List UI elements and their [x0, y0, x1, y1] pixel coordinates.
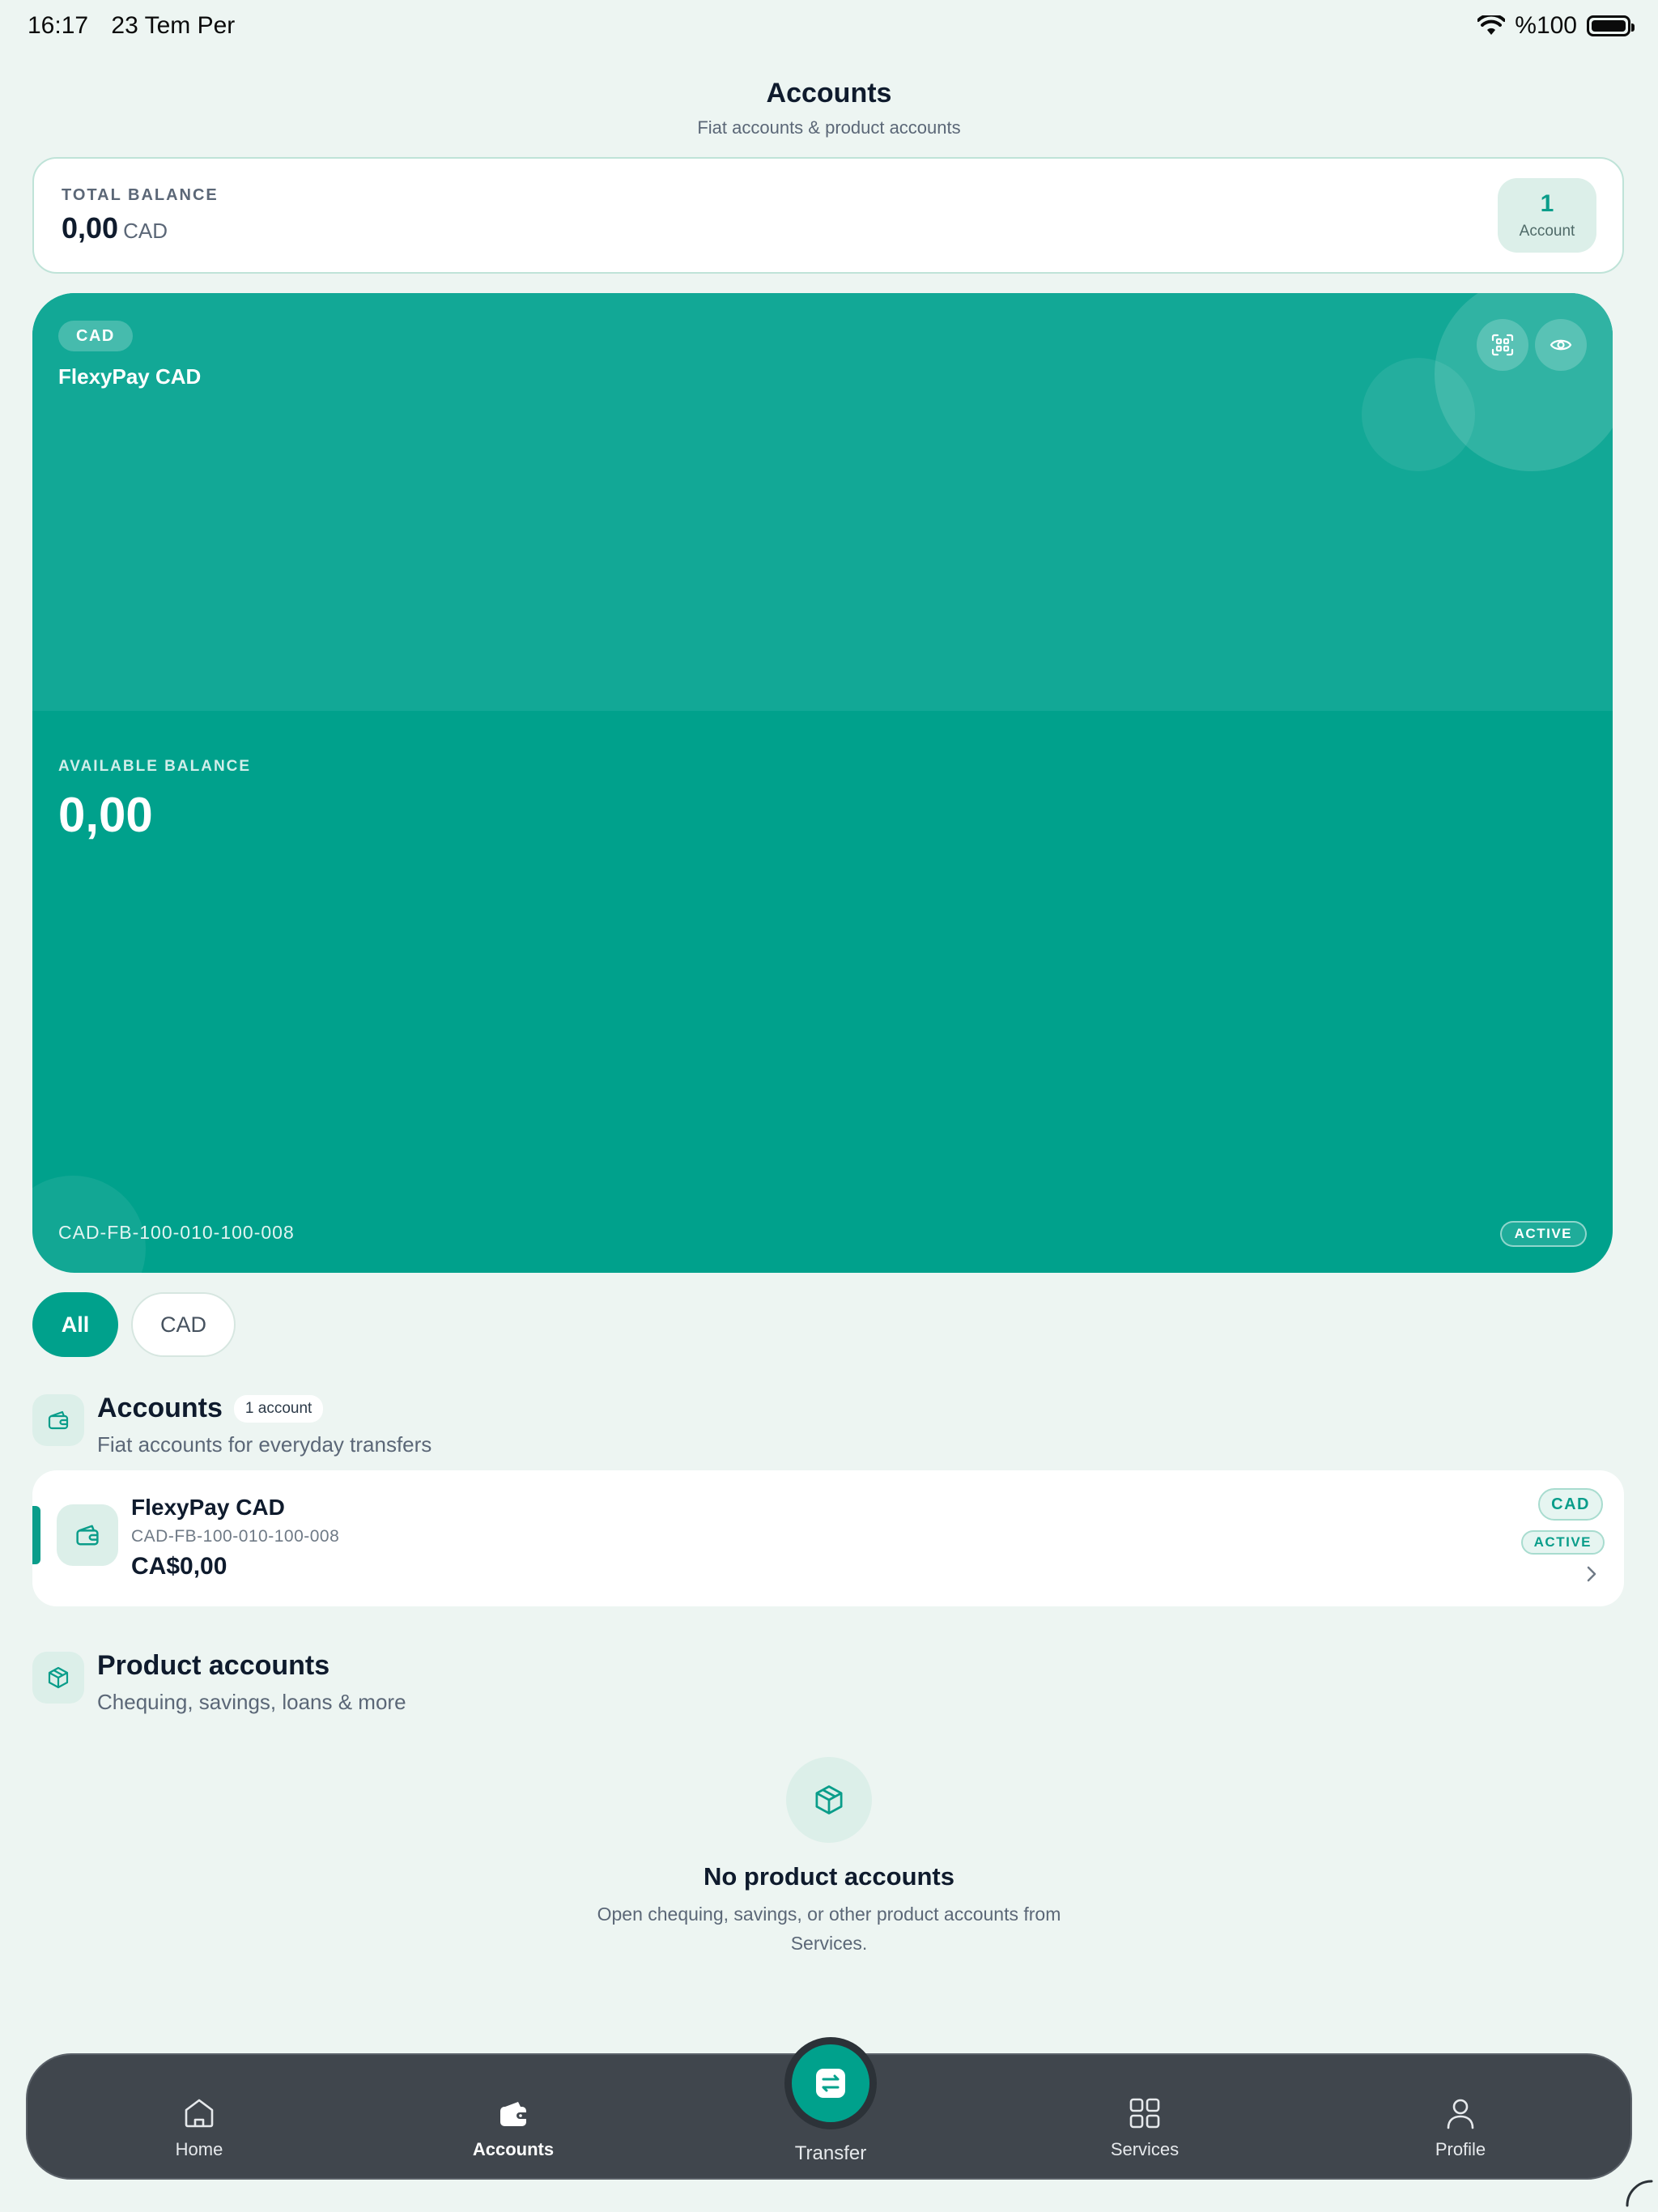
qr-scan-icon: [1491, 334, 1514, 356]
account-accent-bar: [32, 1506, 40, 1564]
product-section-title: Product accounts: [97, 1650, 330, 1681]
page-header: Accounts Fiat accounts & product account…: [0, 78, 1658, 138]
qr-scan-button[interactable]: [1477, 319, 1528, 371]
product-section-header: Product accounts Chequing, savings, loan…: [32, 1650, 406, 1715]
accounts-section-header: Accounts 1 account Fiat accounts for eve…: [32, 1393, 432, 1457]
tab-services[interactable]: Services: [1064, 2095, 1226, 2160]
tab-profile[interactable]: Profile: [1380, 2095, 1541, 2160]
accounts-section-title-row: Accounts 1 account: [97, 1393, 432, 1424]
accounts-section-icon-box: [32, 1394, 84, 1446]
accounts-section-title: Accounts: [97, 1393, 223, 1423]
wifi-icon: [1477, 15, 1506, 35]
filter-chip-cad[interactable]: CAD: [131, 1292, 236, 1357]
accounts-count-badge: 1 account: [233, 1394, 324, 1423]
account-currency-badge: CAD: [1538, 1488, 1603, 1521]
hero-account-number: CAD-FB-100-010-100-008: [58, 1222, 295, 1243]
accounts-section-subtitle: Fiat accounts for everyday transfers: [97, 1432, 432, 1457]
corner-resize-handle[interactable]: [1622, 2176, 1655, 2209]
account-count-label: Account: [1519, 223, 1575, 240]
transfer-icon: [816, 2069, 845, 2098]
wallet-icon: [76, 1525, 99, 1546]
total-balance-label: TOTAL BALANCE: [62, 185, 219, 204]
tab-services-label: Services: [1110, 2139, 1180, 2159]
product-section-subtitle: Chequing, savings, loans & more: [97, 1690, 406, 1714]
account-hero-card[interactable]: CAD FlexyPay CAD AVAILABLE BALANCE 0,00 …: [32, 293, 1613, 1273]
product-section-icon-box: [32, 1652, 84, 1704]
status-time: 16:17: [28, 12, 89, 39]
total-balance-card: TOTAL BALANCE 0,00 CAD 1 Account: [32, 157, 1624, 274]
wallet-icon: [48, 1410, 69, 1430]
grid-icon: [1129, 2098, 1160, 2129]
package-icon: [815, 1785, 843, 1814]
available-balance-amount: 0,00: [58, 788, 153, 842]
account-icon-box: [57, 1504, 118, 1566]
toggle-visibility-button[interactable]: [1535, 319, 1587, 371]
transfer-button[interactable]: [792, 2044, 869, 2122]
account-number: CAD-FB-100-010-100-008: [131, 1527, 340, 1546]
available-balance-label: AVAILABLE BALANCE: [58, 758, 252, 775]
status-left: 16:17 23 Tem Per: [28, 12, 251, 40]
empty-state-title: No product accounts: [703, 1862, 954, 1891]
tab-home[interactable]: Home: [118, 2095, 280, 2160]
account-status-badge: ACTIVE: [1520, 1530, 1605, 1555]
status-right: %100: [1477, 12, 1635, 40]
user-icon: [1447, 2099, 1474, 2129]
empty-state-description: Open chequing, savings, or other product…: [597, 1904, 1061, 1954]
tab-profile-label: Profile: [1435, 2139, 1486, 2159]
filter-chip-all[interactable]: All: [32, 1292, 118, 1357]
transfer-fab-ring: [784, 2037, 877, 2129]
page-subtitle: Fiat accounts & product accounts: [697, 117, 961, 138]
tab-accounts-label: Accounts: [472, 2139, 555, 2159]
battery-percent: %100: [1515, 12, 1577, 39]
account-name: FlexyPay CAD: [131, 1495, 285, 1520]
account-list-item[interactable]: FlexyPay CAD CAD-FB-100-010-100-008 CA$0…: [32, 1470, 1624, 1606]
currency-filter-chips: All CAD: [32, 1292, 236, 1357]
total-balance-amount: 0,00 CAD: [62, 211, 219, 245]
hero-currency-badge: CAD: [58, 321, 133, 351]
product-section-title-row: Product accounts: [97, 1650, 406, 1682]
wallet-icon: [500, 2102, 526, 2126]
page-title: Accounts: [766, 78, 892, 108]
tab-home-label: Home: [175, 2139, 223, 2159]
empty-state-icon-box: [786, 1757, 872, 1843]
battery-icon: [1587, 15, 1635, 36]
chevron-right-icon: [1587, 1566, 1596, 1582]
package-icon: [48, 1666, 69, 1689]
bottom-tab-bar: Home Accounts Transfer Services Profile: [26, 2037, 1632, 2180]
account-count-pill: 1 Account: [1498, 178, 1596, 253]
status-bar: 16:17 23 Tem Per %100: [0, 0, 1658, 52]
eye-icon: [1550, 339, 1572, 351]
status-date: 23 Tem Per: [111, 12, 236, 39]
account-count: 1: [1540, 190, 1554, 217]
tab-accounts[interactable]: Accounts: [432, 2095, 594, 2160]
total-balance-value: 0,00: [62, 211, 119, 245]
hero-status-badge: ACTIVE: [1499, 1221, 1587, 1247]
tab-transfer-label[interactable]: Transfer: [750, 2142, 912, 2165]
hero-top-band: [32, 293, 1613, 711]
decorative-circle: [1362, 358, 1475, 471]
product-section-text: Product accounts Chequing, savings, loan…: [97, 1650, 406, 1715]
accounts-section-text: Accounts 1 account Fiat accounts for eve…: [97, 1393, 432, 1457]
total-balance-currency: CAD: [123, 218, 168, 243]
total-balance-info: TOTAL BALANCE 0,00 CAD: [62, 186, 219, 245]
home-icon: [185, 2099, 214, 2128]
account-balance: CA$0,00: [131, 1553, 227, 1580]
hero-account-name: FlexyPay CAD: [58, 364, 202, 389]
